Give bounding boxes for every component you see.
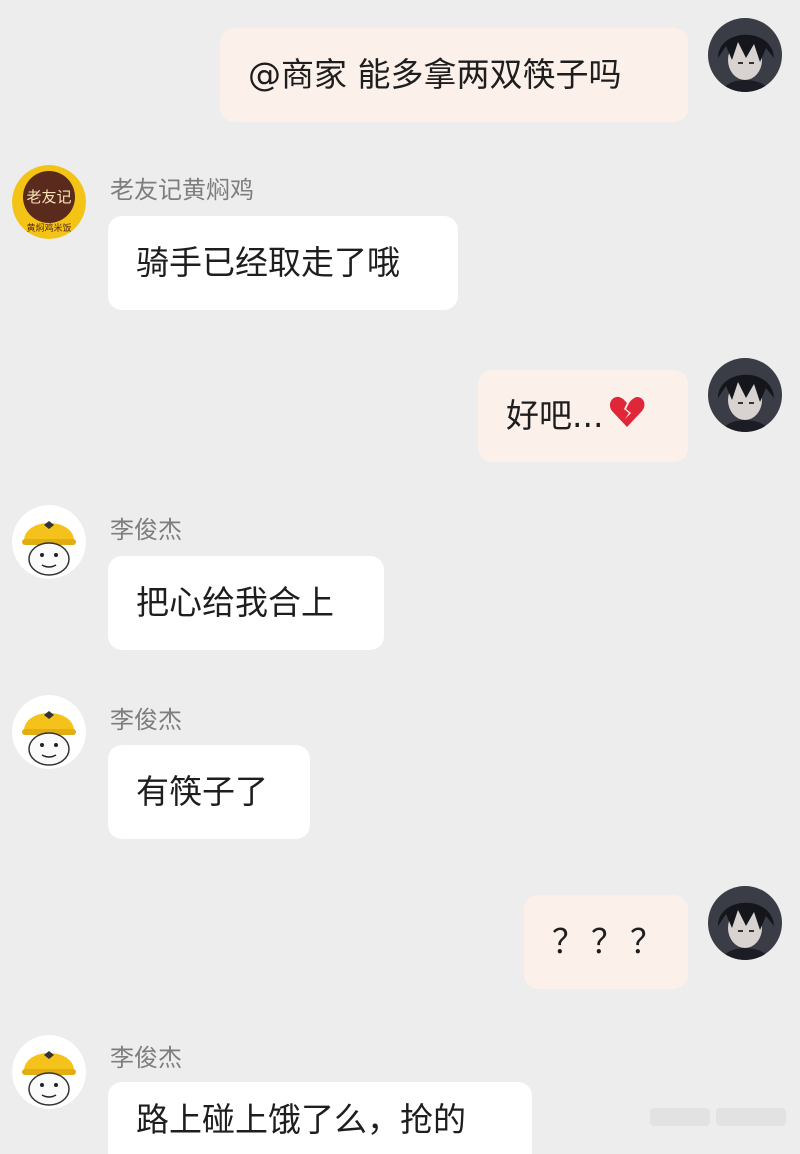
rider-avatar-icon bbox=[12, 505, 86, 579]
sender-name: 李俊杰 bbox=[110, 516, 182, 544]
watermark bbox=[650, 1108, 710, 1126]
message-bubble-outgoing[interactable]: ？？？ bbox=[524, 895, 688, 989]
user-avatar-icon bbox=[708, 358, 782, 432]
message-text: 骑手已经取走了哦 bbox=[136, 243, 400, 282]
message-bubble-outgoing[interactable]: @商家 能多拿两双筷子吗 bbox=[220, 28, 688, 122]
rider-avatar-icon bbox=[12, 1035, 86, 1109]
message-text: @商家 能多拿两双筷子吗 bbox=[248, 55, 622, 94]
message-text: 好吧... bbox=[506, 396, 604, 435]
rider-avatar[interactable] bbox=[12, 695, 86, 769]
rider-avatar[interactable] bbox=[12, 1035, 86, 1109]
rider-avatar-icon bbox=[12, 695, 86, 769]
user-avatar[interactable] bbox=[708, 18, 782, 92]
user-avatar[interactable] bbox=[708, 358, 782, 432]
message-text: 把心给我合上 bbox=[136, 583, 334, 622]
shop-logo-text: 老友记 bbox=[26, 188, 71, 206]
chat-conversation: @商家 能多拿两双筷子吗 老友记 黄焖鸡米饭 老友记黄焖鸡 骑手已经取走了哦 好… bbox=[0, 0, 800, 1154]
message-bubble-incoming[interactable]: 把心给我合上 bbox=[108, 556, 384, 650]
message-text: 路上碰上饿了么，抢的 bbox=[136, 1100, 466, 1139]
rider-avatar[interactable] bbox=[12, 505, 86, 579]
watermark bbox=[716, 1108, 786, 1126]
shop-avatar[interactable]: 老友记 黄焖鸡米饭 bbox=[12, 165, 86, 239]
message-bubble-incoming[interactable]: 有筷子了 bbox=[108, 745, 310, 839]
message-bubble-incoming[interactable]: 路上碰上饿了么，抢的 bbox=[108, 1082, 532, 1154]
user-avatar-icon bbox=[708, 886, 782, 960]
sender-name: 李俊杰 bbox=[110, 706, 182, 734]
sender-name: 李俊杰 bbox=[110, 1044, 182, 1072]
user-avatar-icon bbox=[708, 18, 782, 92]
message-bubble-incoming[interactable]: 骑手已经取走了哦 bbox=[108, 216, 458, 310]
user-avatar[interactable] bbox=[708, 886, 782, 960]
message-bubble-outgoing[interactable]: 好吧... bbox=[478, 370, 688, 462]
message-text: ？？？ bbox=[552, 922, 669, 961]
broken-heart-icon bbox=[609, 395, 645, 438]
sender-name: 老友记黄焖鸡 bbox=[110, 176, 254, 204]
shop-logo-icon: 老友记 黄焖鸡米饭 bbox=[12, 165, 86, 239]
message-text: 有筷子了 bbox=[136, 772, 268, 811]
shop-logo-subtext: 黄焖鸡米饭 bbox=[26, 222, 71, 234]
